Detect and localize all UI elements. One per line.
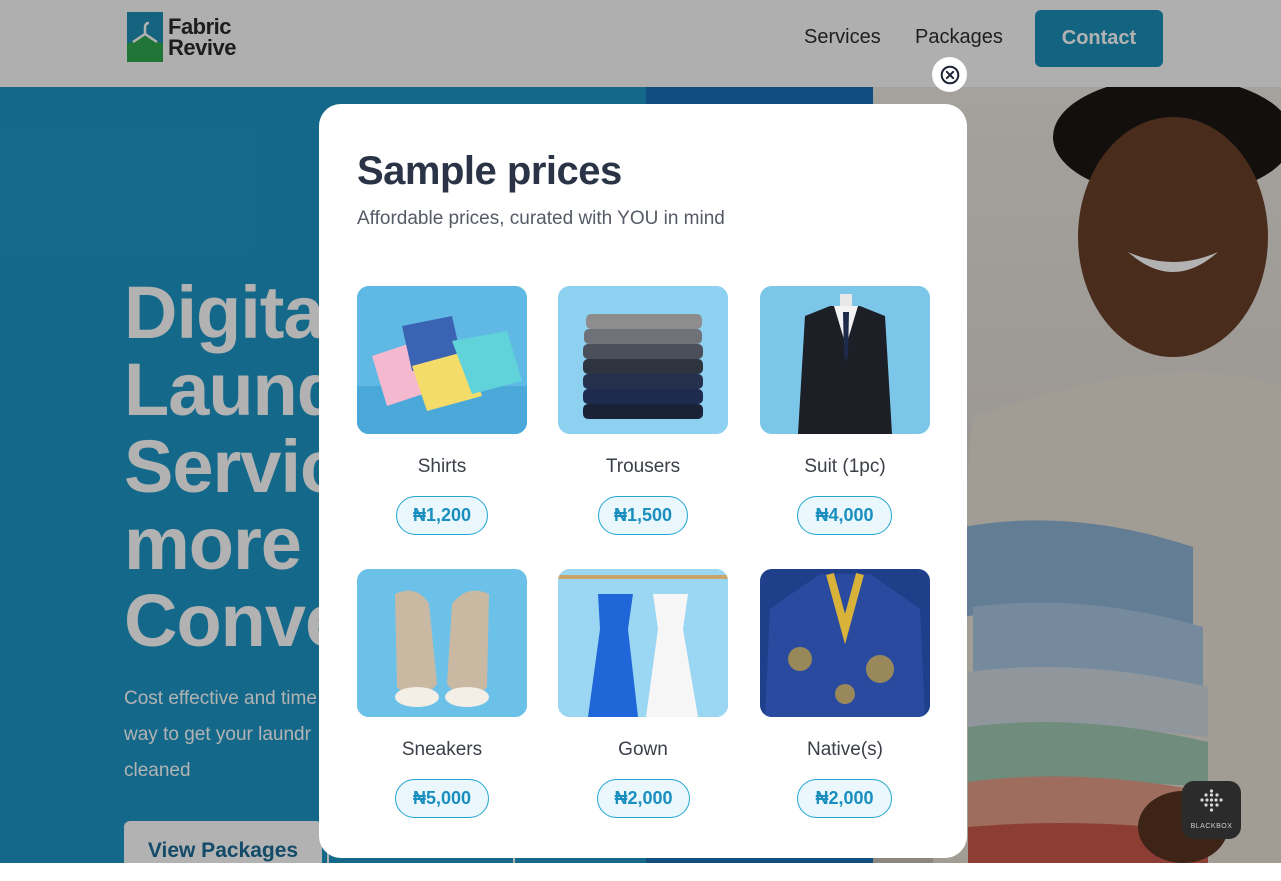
price-badge: ₦1,500 bbox=[598, 496, 688, 535]
shirts-image bbox=[357, 286, 527, 434]
modal-subtitle: Affordable prices, curated with YOU in m… bbox=[357, 208, 725, 229]
suit-image bbox=[760, 286, 930, 434]
price-badge: ₦2,000 bbox=[797, 779, 892, 818]
blackbox-dots-icon bbox=[1200, 789, 1223, 812]
sneakers-image bbox=[357, 569, 527, 717]
blackbox-widget[interactable]: BLACKBOX bbox=[1182, 781, 1241, 839]
price-badge: ₦1,200 bbox=[396, 496, 488, 535]
trousers-image bbox=[558, 286, 728, 434]
native-image bbox=[760, 569, 930, 717]
item-name: Shirts bbox=[417, 456, 467, 477]
sample-prices-modal: Sample prices Affordable prices, curated… bbox=[319, 104, 967, 858]
item-name: Trousers bbox=[605, 456, 681, 477]
close-modal-button[interactable] bbox=[932, 57, 967, 92]
blackbox-label: BLACKBOX bbox=[1190, 823, 1233, 830]
item-name: Suit (1pc) bbox=[804, 456, 886, 477]
item-name: Gown bbox=[618, 739, 668, 760]
item-name: Native(s) bbox=[806, 739, 883, 760]
close-circle-icon bbox=[940, 65, 959, 84]
price-badge: ₦4,000 bbox=[797, 496, 892, 535]
price-badge: ₦5,000 bbox=[395, 779, 489, 818]
item-name: Sneakers bbox=[401, 739, 483, 760]
gown-image bbox=[558, 569, 728, 717]
modal-title: Sample prices bbox=[357, 149, 622, 193]
price-badge: ₦2,000 bbox=[597, 779, 690, 818]
